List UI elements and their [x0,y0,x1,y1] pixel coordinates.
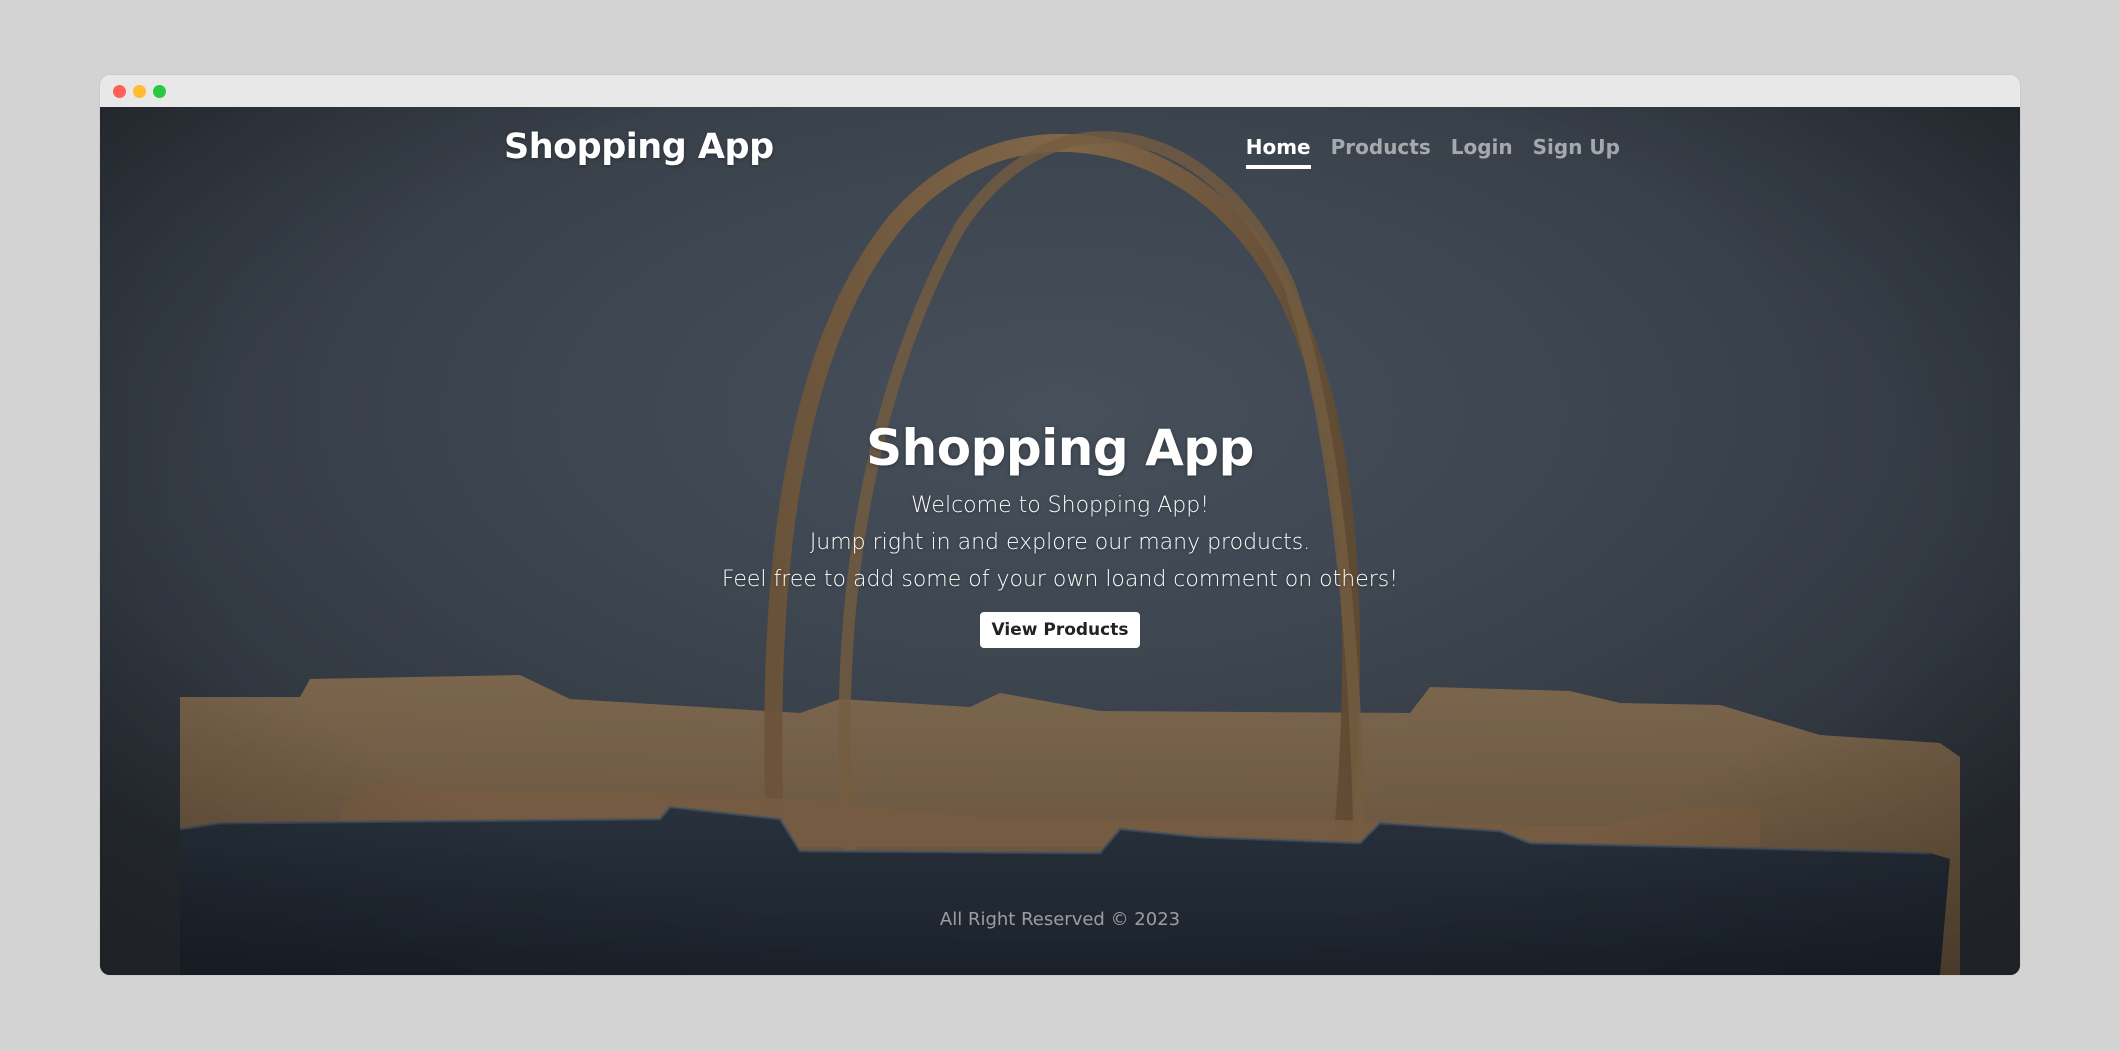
navbar-brand[interactable]: Shopping App [504,127,774,167]
view-products-button[interactable]: View Products [979,612,1141,648]
close-window-button[interactable] [113,85,126,98]
top-navbar: Shopping App Home Products Login Sign Up [100,107,2020,197]
nav-link-login[interactable]: Login [1451,135,1513,169]
nav-link-products[interactable]: Products [1331,135,1431,169]
minimize-window-button[interactable] [133,85,146,98]
hero-description: Welcome to Shopping App! Jump right in a… [100,487,2020,598]
window-titlebar [100,75,2020,107]
page-footer: All Right Reserved © 2023 [939,909,1181,930]
hero-title: Shopping App [866,419,1254,477]
maximize-window-button[interactable] [153,85,166,98]
page-viewport: Shopping App Home Products Login Sign Up… [100,107,2020,975]
hero-section: Shopping App Welcome to Shopping App! Ju… [100,417,2020,648]
hero-line-add: Feel free to add some of your own loand … [721,567,1399,592]
nav-link-home[interactable]: Home [1245,135,1311,169]
hero-line-explore: Jump right in and explore our many produ… [809,530,1311,555]
browser-window: Shopping App Home Products Login Sign Up… [100,75,2020,975]
navbar-links: Home Products Login Sign Up [1245,135,1620,169]
nav-link-sign-up[interactable]: Sign Up [1533,135,1620,169]
hero-line-welcome: Welcome to Shopping App! [910,493,1210,518]
